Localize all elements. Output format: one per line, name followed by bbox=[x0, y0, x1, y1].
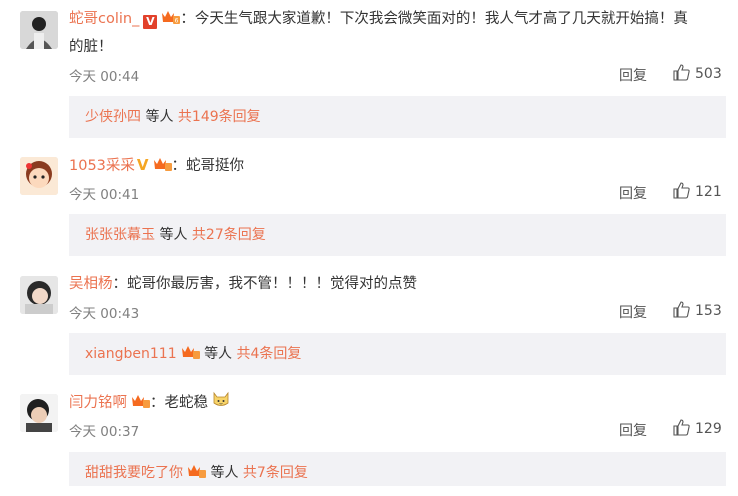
sub-reply-count[interactable]: 共7条回复 bbox=[243, 465, 308, 481]
username[interactable]: 闫力铭啊 bbox=[69, 395, 127, 411]
sub-reply-count[interactable]: 共27条回复 bbox=[192, 227, 266, 243]
timestamp: 今天 00:43 bbox=[69, 306, 140, 322]
member-crown-icon bbox=[180, 335, 200, 377]
timestamp: 今天 00:41 bbox=[69, 187, 140, 203]
thumbs-up-icon bbox=[673, 64, 690, 81]
sub-reply-user[interactable]: xiangben111 bbox=[85, 346, 177, 362]
comment-text: 吴相杨：蛇哥你最厉害，我不管！！！！觉得对的点赞 bbox=[69, 271, 729, 297]
username[interactable]: 蛇哥colin_ bbox=[69, 11, 139, 27]
thumbs-up-icon bbox=[673, 182, 690, 199]
sub-reply-label: 等人 bbox=[145, 109, 174, 125]
sub-reply-user[interactable]: 张张张幕玉 bbox=[85, 227, 155, 243]
sub-reply-user[interactable]: 甜甜我要吃了你 bbox=[85, 465, 183, 481]
sub-replies[interactable]: xiangben111 等人 共4条回复 bbox=[69, 333, 726, 375]
member-crown-icon bbox=[130, 392, 150, 418]
like-count: 503 bbox=[695, 66, 722, 82]
comment-body: ：老蛇稳 bbox=[150, 395, 208, 411]
sub-reply-label: 等人 bbox=[210, 465, 239, 481]
comment-body: ：蛇哥你最厉害，我不管！！！！觉得对的点赞 bbox=[112, 276, 418, 292]
timestamp: 今天 00:44 bbox=[69, 69, 140, 85]
like-count: 121 bbox=[695, 184, 722, 200]
reply-button[interactable]: 回复 bbox=[619, 420, 647, 440]
username[interactable]: 1053采采 bbox=[69, 158, 135, 174]
comment-body-continued: 的脏！ bbox=[69, 39, 113, 55]
member-crown-icon bbox=[152, 155, 172, 181]
thumbs-up-icon bbox=[673, 301, 690, 318]
avatar[interactable] bbox=[20, 157, 58, 195]
comment-text: 闫力铭啊 ：老蛇稳 bbox=[69, 389, 729, 418]
avatar[interactable] bbox=[20, 394, 58, 432]
thumbs-up-icon bbox=[673, 419, 690, 436]
svg-text:6: 6 bbox=[175, 18, 179, 25]
sub-replies[interactable]: 少侠孙四 等人 共149条回复 bbox=[69, 96, 726, 138]
comment-body: ：蛇哥挺你 bbox=[171, 158, 245, 174]
sub-reply-count[interactable]: 共149条回复 bbox=[178, 109, 261, 125]
username[interactable]: 吴相杨 bbox=[69, 276, 113, 292]
avatar[interactable] bbox=[20, 11, 58, 49]
comment-body: ：今天生气跟大家道歉！下次我会微笑面对的！我人气才高了几天就开始搞！真 bbox=[180, 11, 688, 27]
like-count: 129 bbox=[695, 421, 722, 437]
verified-v-icon: V bbox=[143, 15, 158, 29]
like-button[interactable]: 503 bbox=[673, 64, 722, 82]
timestamp: 今天 00:37 bbox=[69, 424, 140, 440]
sub-reply-label: 等人 bbox=[204, 346, 233, 362]
sub-reply-count[interactable]: 共4条回复 bbox=[237, 346, 302, 362]
sub-reply-label: 等人 bbox=[159, 227, 188, 243]
reply-button[interactable]: 回复 bbox=[619, 65, 647, 85]
comment-text: 蛇哥colin_ V 6 ：今天生气跟大家道歉！下次我会微笑面对的！我人气才高了几天就… bbox=[69, 6, 729, 60]
sub-replies[interactable]: 张张张幕玉 等人 共27条回复 bbox=[69, 214, 726, 256]
like-button[interactable]: 121 bbox=[673, 182, 722, 200]
like-count: 153 bbox=[695, 303, 722, 319]
cat-emoji-icon bbox=[211, 389, 231, 418]
sub-reply-user[interactable]: 少侠孙四 bbox=[85, 109, 141, 125]
reply-button[interactable]: 回复 bbox=[619, 183, 647, 203]
like-button[interactable]: 153 bbox=[673, 301, 722, 319]
avatar[interactable] bbox=[20, 276, 58, 314]
member-crown-icon bbox=[186, 454, 206, 496]
like-button[interactable]: 129 bbox=[673, 419, 722, 437]
verified-v-icon: V bbox=[136, 156, 149, 174]
comment-text: 1053采采 V ：蛇哥挺你 bbox=[69, 152, 729, 181]
member-crown-icon: 6 bbox=[160, 8, 181, 34]
sub-replies[interactable]: 甜甜我要吃了你 等人 共7条回复 bbox=[69, 452, 726, 486]
reply-button[interactable]: 回复 bbox=[619, 302, 647, 322]
